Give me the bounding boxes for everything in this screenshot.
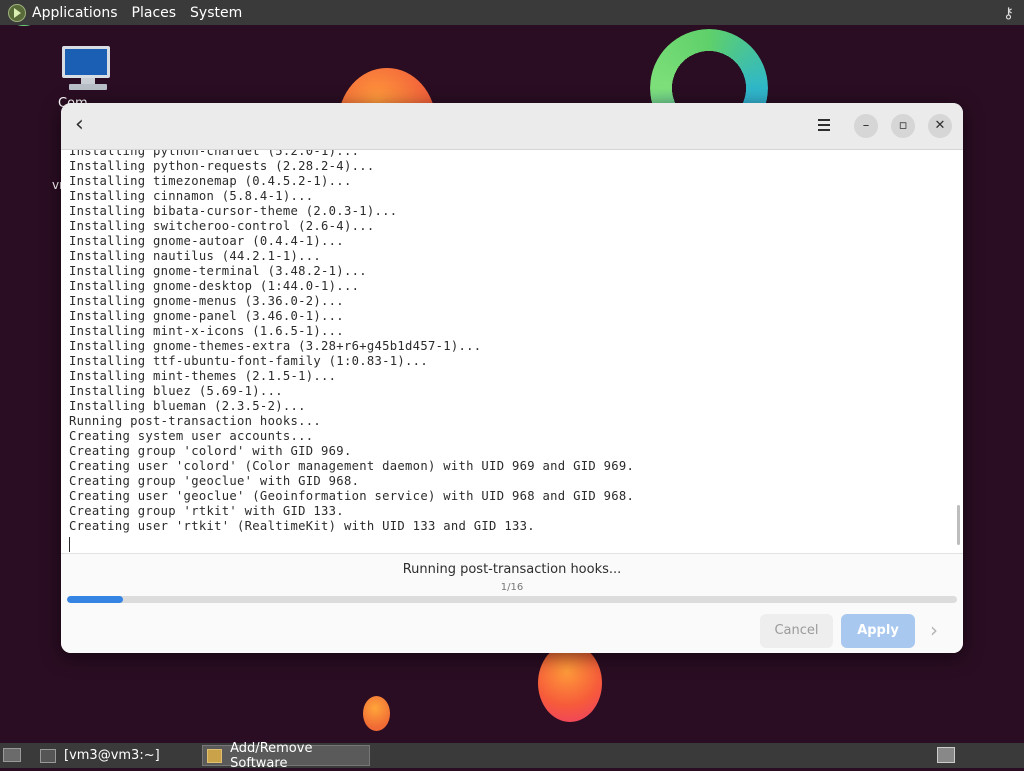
terminal-line: Creating user 'rtkit' (RealtimeKit) with… bbox=[69, 519, 535, 533]
terminal-line: Installing bluez (5.69-1)... bbox=[69, 384, 283, 398]
menu-logo-icon[interactable] bbox=[8, 3, 26, 22]
minimize-icon[interactable]: – bbox=[854, 114, 878, 138]
terminal-line: Installing mint-themes (2.1.5-1)... bbox=[69, 369, 337, 383]
terminal-line: Installing gnome-menus (3.36.0-2)... bbox=[69, 294, 344, 308]
progress-fill bbox=[67, 596, 123, 603]
chevron-right-icon[interactable]: › bbox=[930, 618, 938, 642]
show-desktop-icon[interactable] bbox=[3, 748, 21, 762]
cancel-button[interactable]: Cancel bbox=[760, 614, 833, 648]
terminal-line: Installing bibata-cursor-theme (2.0.3-1)… bbox=[69, 204, 398, 218]
terminal-line: Running post-transaction hooks... bbox=[69, 414, 322, 428]
computer-icon bbox=[62, 46, 110, 78]
terminal-line: Installing gnome-autoar (0.4.4-1)... bbox=[69, 234, 344, 248]
terminal-icon bbox=[40, 748, 56, 763]
terminal-line: Creating group 'rtkit' with GID 133. bbox=[69, 504, 344, 518]
terminal-line: Creating user 'geoclue' (Geoinformation … bbox=[69, 489, 635, 503]
terminal-line: Installing cinnamon (5.8.4-1)... bbox=[69, 189, 314, 203]
bottom-panel: [vm3@vm3:~] Add/Remove Software bbox=[0, 741, 1024, 771]
text-cursor bbox=[69, 537, 70, 552]
menu-system[interactable]: System bbox=[190, 5, 242, 21]
computer-desktop-icon[interactable] bbox=[62, 46, 114, 90]
taskbar-item-label: Add/Remove Software bbox=[230, 740, 313, 771]
menu-applications[interactable]: Applications bbox=[32, 5, 118, 21]
terminal-line: Installing gnome-desktop (1:44.0-1)... bbox=[69, 279, 360, 293]
status-area: Running post-transaction hooks... 1/16 C… bbox=[61, 553, 963, 653]
terminal-line: Installing blueman (2.3.5-2)... bbox=[69, 399, 306, 413]
terminal-line: Installing switcheroo-control (2.6-4)... bbox=[69, 219, 375, 233]
top-panel: Applications Places System ⚷ bbox=[0, 0, 1024, 25]
monitor-base bbox=[69, 84, 107, 90]
software-icon bbox=[207, 748, 223, 763]
add-remove-software-window: ‹ – ▫ ✕ Installing python-chardet (5.2.0… bbox=[61, 103, 963, 653]
terminal-line: Installing timezonemap (0.4.5.2-1)... bbox=[69, 174, 352, 188]
terminal-line: Creating group 'colord' with GID 969. bbox=[69, 444, 352, 458]
hamburger-icon[interactable] bbox=[814, 116, 836, 136]
terminal-line: Installing python-chardet (5.2.0-1)... bbox=[69, 150, 360, 158]
keyring-icon[interactable]: ⚷ bbox=[1003, 4, 1014, 22]
menu-places[interactable]: Places bbox=[132, 5, 177, 21]
taskbar-item-terminal[interactable]: [vm3@vm3:~] bbox=[36, 745, 196, 766]
terminal-output[interactable]: Installing python-chardet (5.2.0-1)... In… bbox=[61, 150, 963, 553]
step-counter: 1/16 bbox=[500, 582, 524, 593]
terminal-lines: Installing python-chardet (5.2.0-1)... In… bbox=[69, 150, 634, 534]
terminal-line: Installing gnome-panel (3.46.0-1)... bbox=[69, 309, 344, 323]
maximize-icon[interactable]: ▫ bbox=[891, 114, 915, 138]
wallpaper-orange-circle-bottom bbox=[538, 644, 602, 722]
terminal-line: Installing ttf-ubuntu-font-family (1:0.8… bbox=[69, 354, 428, 368]
scrollbar[interactable] bbox=[957, 505, 960, 545]
terminal-line: Installing python-requests (2.28.2-4)... bbox=[69, 159, 375, 173]
terminal-line: Creating group 'geoclue' with GID 968. bbox=[69, 474, 360, 488]
taskbar-item-software[interactable]: Add/Remove Software bbox=[202, 741, 370, 771]
terminal-line: Installing mint-x-icons (1.6.5-1)... bbox=[69, 324, 344, 338]
terminal-line: Installing gnome-themes-extra (3.28+r6+g… bbox=[69, 339, 482, 353]
progress-bar bbox=[67, 596, 957, 603]
workspace-switcher[interactable] bbox=[937, 747, 955, 763]
wallpaper-small-circle bbox=[363, 696, 390, 731]
window-header: ‹ – ▫ ✕ bbox=[61, 103, 963, 150]
terminal-line: Installing gnome-terminal (3.48.2-1)... bbox=[69, 264, 367, 278]
status-text: Running post-transaction hooks... bbox=[402, 562, 622, 577]
chevron-left-icon[interactable]: ‹ bbox=[75, 114, 97, 137]
taskbar-item-label: [vm3@vm3:~] bbox=[64, 748, 160, 763]
close-icon[interactable]: ✕ bbox=[928, 114, 952, 138]
terminal-line: Installing nautilus (44.2.1-1)... bbox=[69, 249, 322, 263]
apply-button[interactable]: Apply bbox=[841, 614, 915, 648]
terminal-line: Creating user 'colord' (Color management… bbox=[69, 459, 635, 473]
terminal-line: Creating system user accounts... bbox=[69, 429, 314, 443]
